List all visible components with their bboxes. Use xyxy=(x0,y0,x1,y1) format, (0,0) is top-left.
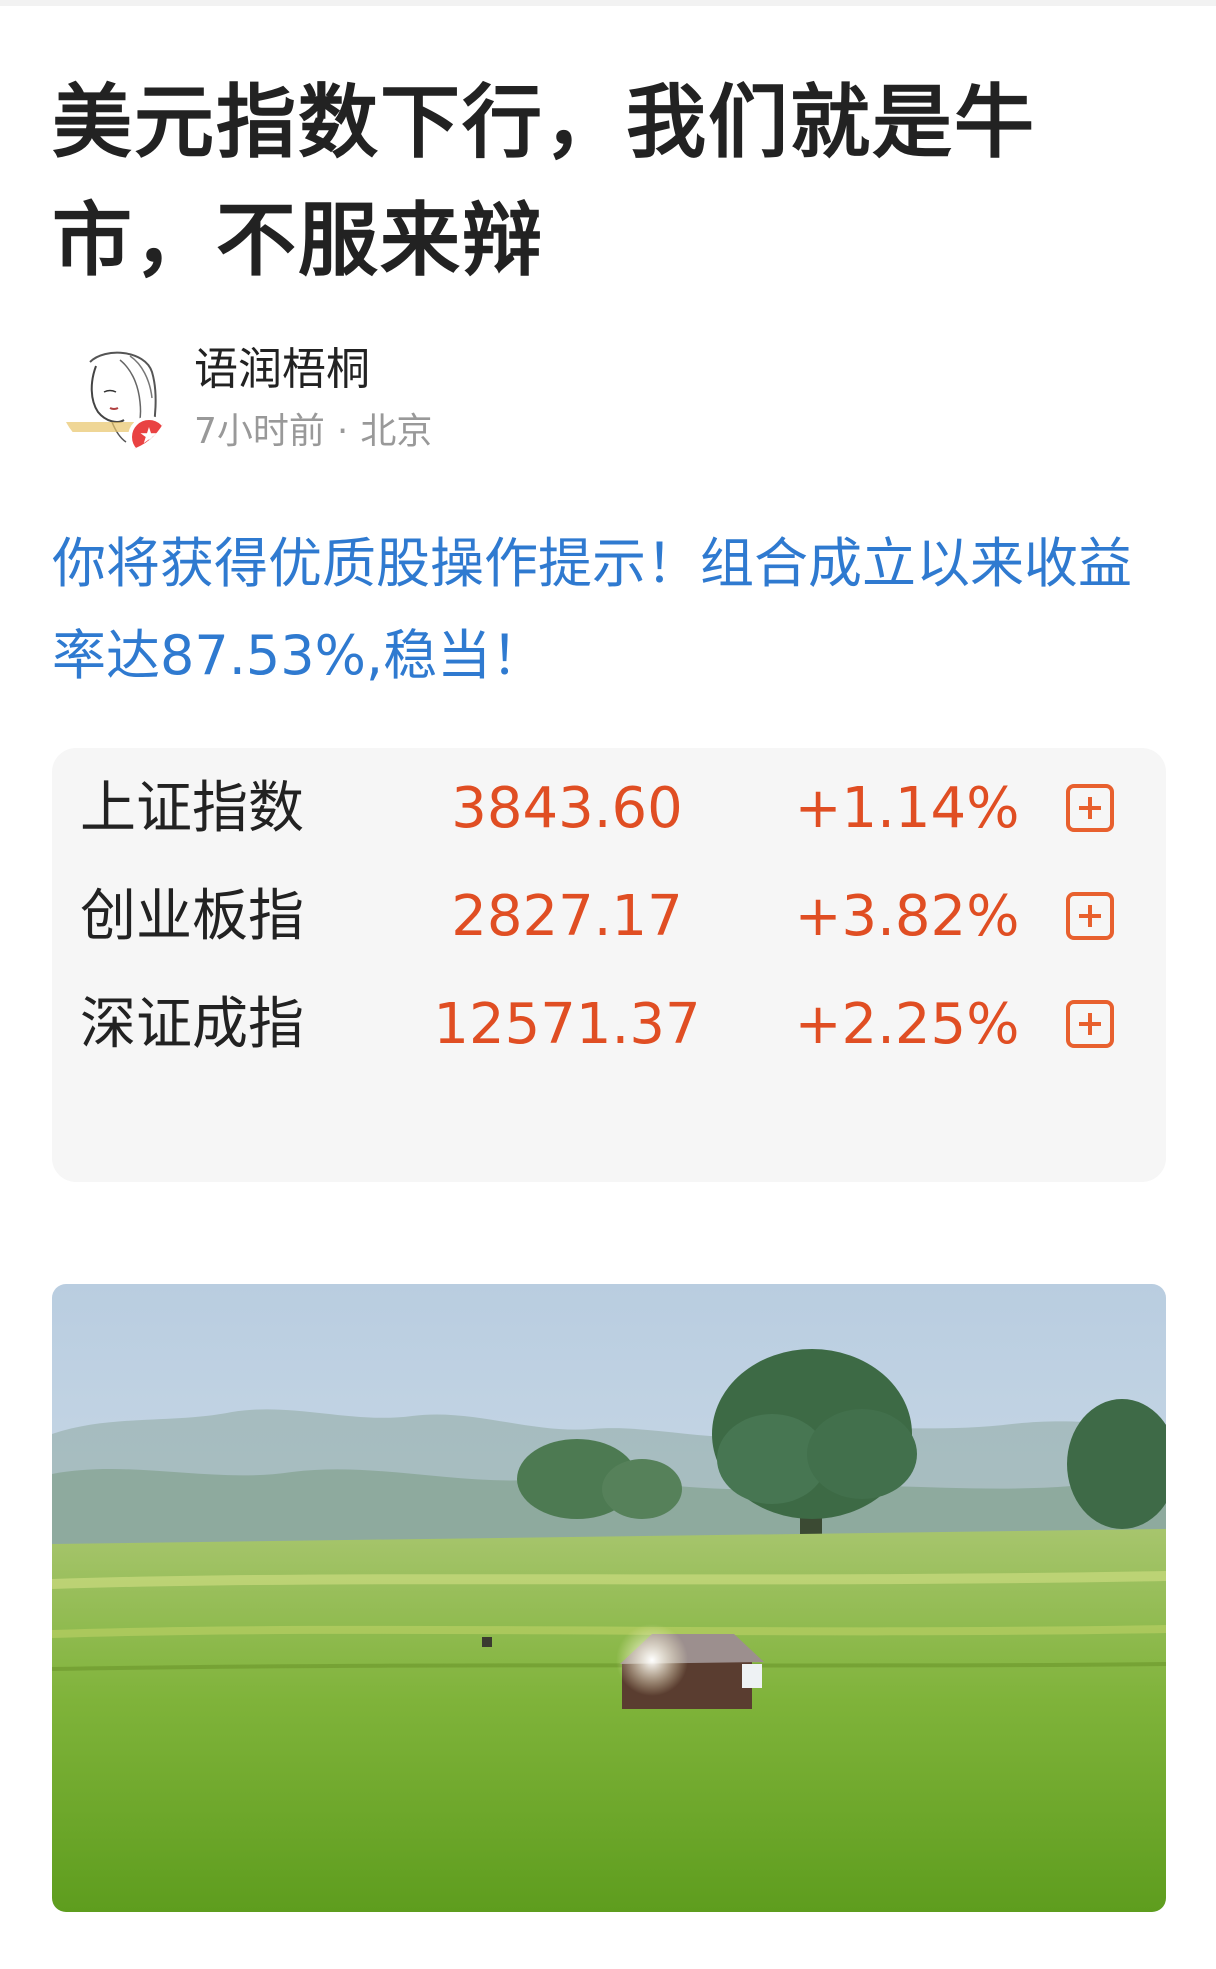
author-avatar[interactable]: ★ xyxy=(60,342,170,452)
index-row-shanghai[interactable]: 上证指数 3843.60 +1.14% xyxy=(52,748,1166,868)
add-watchlist-icon[interactable] xyxy=(1066,892,1114,940)
index-value: 2827.17 xyxy=(451,884,683,949)
index-name: 深证成指 xyxy=(80,992,304,1057)
index-name: 上证指数 xyxy=(80,776,304,841)
publish-time: 7小时前 xyxy=(194,411,325,452)
top-divider xyxy=(0,0,1216,6)
promo-link[interactable]: 你将获得优质股操作提示！组合成立以来收益率达87.53%,稳当！ xyxy=(52,518,1172,702)
add-watchlist-icon[interactable] xyxy=(1066,1000,1114,1048)
landscape-farmhouse-image xyxy=(52,1284,1166,1912)
index-change: +1.14% xyxy=(794,776,1020,841)
index-change: +2.25% xyxy=(794,992,1020,1057)
author-meta: 7小时前 · 北京 xyxy=(194,408,432,456)
author-block[interactable]: ★ 语润梧桐 7小时前 · 北京 xyxy=(52,338,1152,468)
index-row-chinext[interactable]: 创业板指 2827.17 +3.82% xyxy=(52,856,1166,976)
add-watchlist-icon[interactable] xyxy=(1066,784,1114,832)
meta-separator: · xyxy=(336,411,349,452)
index-change: +3.82% xyxy=(794,884,1020,949)
market-index-card: 上证指数 3843.60 +1.14% 创业板指 2827.17 +3.82% … xyxy=(52,748,1166,1182)
verified-star-icon: ★ xyxy=(128,416,170,452)
index-value: 12571.37 xyxy=(433,992,701,1057)
index-value: 3843.60 xyxy=(451,776,683,841)
article-image[interactable] xyxy=(52,1284,1166,1912)
index-name: 创业板指 xyxy=(80,884,304,949)
index-row-shenzhen[interactable]: 深证成指 12571.37 +2.25% xyxy=(52,964,1166,1084)
publish-location: 北京 xyxy=(360,411,433,452)
author-name[interactable]: 语润梧桐 xyxy=(194,340,370,400)
article-title: 美元指数下行，我们就是牛市，不服来辩 xyxy=(52,76,1036,287)
